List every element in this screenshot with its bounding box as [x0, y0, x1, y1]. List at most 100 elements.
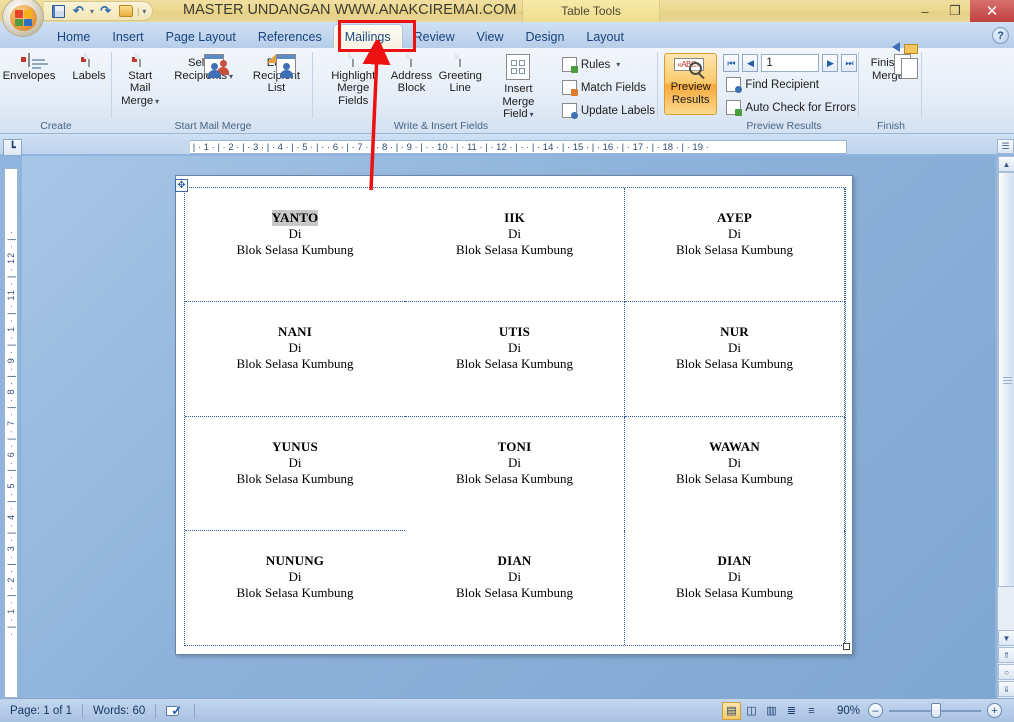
start-mail-merge-button[interactable]: Start Mail Merge ▾	[113, 52, 167, 108]
tab-insert[interactable]: Insert	[101, 26, 154, 48]
greeting-line-button[interactable]: Greeting Line	[436, 52, 483, 95]
label-name: AYEP	[717, 210, 752, 225]
next-record-button[interactable]: ▶	[822, 54, 839, 72]
scroll-down-button[interactable]: ▼	[998, 630, 1014, 646]
tab-design[interactable]: Design	[514, 26, 575, 48]
label-di: Di	[288, 340, 302, 356]
view-draft[interactable]: ≡	[802, 702, 821, 720]
table-cell[interactable]: AYEP Di Blok Selasa Kumbung	[625, 188, 845, 303]
document-page[interactable]: ✥ YANTO Di Blok Selasa Kumbung IIK Di Bl…	[175, 175, 853, 655]
first-record-button[interactable]: ⏮	[723, 54, 740, 72]
table-cell[interactable]: YANTO Di Blok Selasa Kumbung	[185, 188, 405, 303]
table-cell[interactable]: UTIS Di Blok Selasa Kumbung	[405, 302, 625, 417]
folder-icon	[118, 5, 133, 17]
zoom-level[interactable]: 90%	[827, 705, 868, 717]
undo-dropdown-icon[interactable]: ▾	[90, 7, 94, 16]
minimize-button[interactable]: –	[910, 0, 940, 22]
chevron-down-icon[interactable]: ▾	[530, 110, 534, 119]
zoom-thumb[interactable]	[931, 702, 941, 718]
find-recipient-icon	[726, 77, 743, 93]
greeting-line-icon	[459, 53, 462, 67]
table-cell[interactable]: WAWAN Di Blok Selasa Kumbung	[625, 416, 845, 531]
table-cell[interactable]: NUNUNG Di Blok Selasa Kumbung	[185, 531, 405, 645]
redo-button[interactable]: ↷	[97, 3, 114, 19]
open-button[interactable]	[117, 3, 134, 19]
split-window-button[interactable]: ☰	[997, 139, 1014, 154]
close-button[interactable]: ✕	[970, 0, 1014, 22]
view-print-layout[interactable]: ▤	[721, 701, 741, 720]
group-separator	[312, 52, 313, 118]
table-resize-handle[interactable]	[843, 643, 850, 650]
previous-record-button[interactable]: ◀	[742, 54, 759, 72]
zoom-track[interactable]	[889, 702, 981, 718]
zoom-out-button[interactable]: –	[868, 703, 883, 718]
customize-qat-icon[interactable]: ▾	[142, 7, 146, 16]
view-outline[interactable]: ≣	[782, 702, 801, 720]
labels-table[interactable]: ✥ YANTO Di Blok Selasa Kumbung IIK Di Bl…	[175, 179, 850, 650]
update-labels-button[interactable]: Update Labels	[559, 100, 658, 121]
table-cell[interactable]: NUR Di Blok Selasa Kumbung	[625, 302, 845, 417]
scrollbar-thumb[interactable]	[998, 172, 1014, 587]
table-cell[interactable]: TONI Di Blok Selasa Kumbung	[405, 416, 625, 531]
label-address: Blok Selasa Kumbung	[676, 470, 793, 486]
help-icon[interactable]: ?	[992, 27, 1009, 44]
finish-and-merge-button[interactable]: Finish & Merge▾	[866, 42, 918, 83]
table-cell[interactable]: DIAN Di Blok Selasa Kumbung	[625, 530, 845, 645]
vertical-scrollbar[interactable]: ▲ ▼ ⇑ ○ ⇓	[997, 156, 1014, 698]
last-record-button[interactable]: ⏭	[841, 54, 858, 72]
find-recipient-button[interactable]: Find Recipient	[723, 74, 859, 95]
ribbon-group-create: Envelopes Labels Create	[0, 48, 112, 134]
previous-page-button[interactable]: ⇑	[998, 647, 1014, 663]
tab-home[interactable]: Home	[46, 26, 101, 48]
zoom-in-button[interactable]: +	[987, 703, 1002, 718]
page-indicator[interactable]: Page: 1 of 1	[0, 699, 82, 722]
tab-references[interactable]: References	[247, 26, 333, 48]
address-block-icon	[410, 53, 413, 67]
label-name: TONI	[497, 438, 532, 454]
label-address: Blok Selasa Kumbung	[456, 470, 573, 486]
word-count[interactable]: Words: 60	[83, 699, 155, 722]
tab-view[interactable]: View	[466, 26, 515, 48]
table-cell[interactable]: DIAN Di Blok Selasa Kumbung	[405, 530, 625, 645]
preview-results-button[interactable]: «ABC» Preview Results	[664, 53, 718, 115]
status-bar: Page: 1 of 1 Words: 60 ✓ ▤ ◫ ▥ ≣ ≡ 90% –…	[0, 698, 1014, 722]
scroll-up-button[interactable]: ▲	[998, 156, 1014, 172]
next-page-button[interactable]: ⇓	[998, 681, 1014, 697]
chevron-down-icon[interactable]: ▾	[155, 97, 159, 106]
view-buttons: ▤ ◫ ▥ ≣ ≡	[721, 701, 827, 720]
vertical-ruler[interactable]: · | · 1 · | · 2 · | · 3 · | · 4 · | · 5 …	[4, 168, 18, 698]
horizontal-ruler[interactable]: · | · 1 · | · 2 · | · 3 · | · 4 · | · 5 …	[183, 140, 847, 154]
tab-layout[interactable]: Layout	[575, 26, 635, 48]
label-name: UTIS	[498, 324, 531, 340]
select-browse-object-button[interactable]: ○	[998, 664, 1014, 680]
table-cell[interactable]: IIK Di Blok Selasa Kumbung	[405, 188, 625, 303]
table-cell[interactable]: NANI Di Blok Selasa Kumbung	[185, 302, 405, 417]
view-full-screen-reading[interactable]: ◫	[742, 702, 761, 720]
labels-button[interactable]: Labels	[66, 52, 112, 82]
table-move-handle[interactable]: ✥	[175, 179, 188, 192]
restore-button[interactable]: ❐	[940, 0, 970, 22]
tab-page-layout[interactable]: Page Layout	[155, 26, 247, 48]
rules-button[interactable]: Rules ▾	[559, 54, 658, 75]
ribbon-group-finish: Finish & Merge▾ Finish	[860, 42, 922, 134]
table-cell[interactable]: YUNUS Di Blok Selasa Kumbung	[185, 417, 405, 531]
undo-button[interactable]: ↶	[70, 3, 87, 19]
insert-merge-field-button[interactable]: Insert Merge Field ▾	[486, 52, 551, 122]
auto-check-for-errors-button[interactable]: Auto Check for Errors	[723, 97, 859, 118]
proofing-status[interactable]: ✓	[156, 699, 194, 722]
edit-recipient-list-button[interactable]: Edit Recipient List	[240, 52, 313, 95]
chevron-down-icon[interactable]: ▾	[229, 72, 233, 81]
envelopes-button[interactable]: Envelopes	[0, 52, 58, 82]
status-divider	[194, 703, 196, 718]
label-name: YUNUS	[272, 438, 318, 454]
zoom-slider[interactable]: – +	[868, 702, 1014, 718]
match-fields-button[interactable]: Match Fields	[559, 77, 658, 98]
record-number-input[interactable]: 1	[761, 54, 820, 72]
chevron-down-icon[interactable]: ▾	[616, 60, 620, 69]
select-recipients-button[interactable]: Select Recipients▾	[171, 52, 236, 83]
document-canvas[interactable]: ✥ YANTO Di Blok Selasa Kumbung IIK Di Bl…	[22, 156, 995, 698]
tab-stop-selector[interactable]: ┗	[3, 139, 22, 156]
save-button[interactable]	[50, 3, 67, 19]
annotation-highlight-box	[338, 20, 416, 52]
view-web-layout[interactable]: ▥	[762, 702, 781, 720]
